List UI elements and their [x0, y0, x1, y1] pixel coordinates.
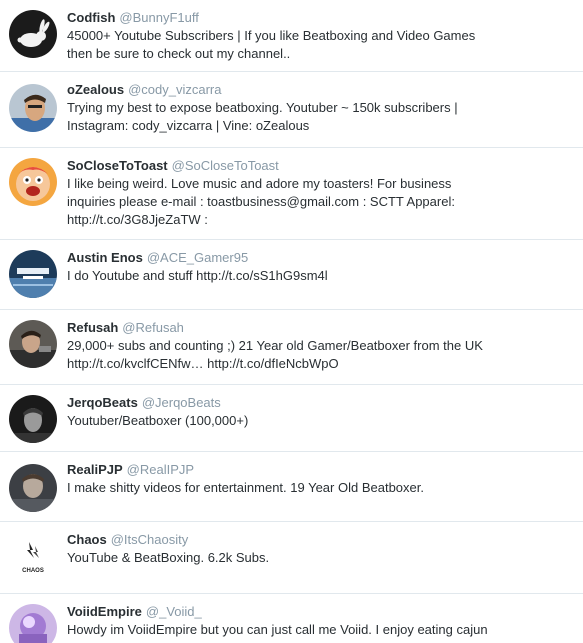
user-list: Codfish @BunnyF1uff 45000+ Youtube Subscr… [0, 0, 583, 643]
user-row[interactable]: CHAOS Chaos @ItsChaosity YouTube & BeatBo… [0, 522, 583, 594]
user-name[interactable]: SoCloseToToast [67, 158, 168, 173]
user-info: SoCloseToToast @SoCloseToToast I like bei… [67, 157, 575, 229]
user-info: JerqoBeats @JerqoBeats Youtuber/Beatboxer… [67, 394, 575, 430]
user-name[interactable]: VoiidEmpire [67, 604, 142, 619]
avatar[interactable] [9, 604, 57, 643]
user-row[interactable]: RealiPJP @RealIPJP I make shitty videos f… [0, 452, 583, 522]
user-row[interactable]: JerqoBeats @JerqoBeats Youtuber/Beatboxer… [0, 385, 583, 452]
chaos-logo: CHAOS [9, 534, 57, 582]
user-info: Refusah @Refusah 29,000+ subs and countin… [67, 319, 575, 373]
user-bio: 45000+ Youtube Subscribers | If you like… [67, 28, 476, 61]
user-row[interactable]: Austin Enos @ACE_Gamer95 I do Youtube and… [0, 240, 583, 310]
user-row[interactable]: VoiidEmpire @_Voiid_ Howdy im VoiidEmpire… [0, 594, 583, 643]
user-info: Austin Enos @ACE_Gamer95 I do Youtube and… [67, 249, 575, 285]
user-bio: 29,000+ subs and counting ;) 21 Year old… [67, 338, 483, 371]
user-info: oZealous @cody_vizcarra Trying my best to… [67, 81, 575, 135]
user-handle[interactable]: @cody_vizcarra [128, 82, 221, 97]
user-name[interactable]: Austin Enos [67, 250, 143, 265]
user-info: VoiidEmpire @_Voiid_ Howdy im VoiidEmpire… [67, 603, 575, 639]
user-name[interactable]: JerqoBeats [67, 395, 138, 410]
user-handle[interactable]: @JerqoBeats [142, 395, 221, 410]
user-row[interactable]: oZealous @cody_vizcarra Trying my best to… [0, 72, 583, 148]
person-photo [9, 395, 57, 443]
user-row[interactable]: Refusah @Refusah 29,000+ subs and countin… [0, 310, 583, 385]
cartoon-face [9, 158, 57, 206]
user-handle[interactable]: @_Voiid_ [146, 604, 202, 619]
person-photo [9, 84, 57, 132]
avatar[interactable] [9, 464, 57, 512]
user-name[interactable]: Chaos [67, 532, 107, 547]
user-row[interactable]: SoCloseToToast @SoCloseToToast I like bei… [0, 148, 583, 240]
user-bio: I do Youtube and stuff http://t.co/sS1hG… [67, 268, 328, 283]
user-info: RealiPJP @RealIPJP I make shitty videos f… [67, 461, 575, 497]
avatar[interactable] [9, 320, 57, 368]
gaming-logo [9, 250, 57, 298]
chaos-logo-text: CHAOS [22, 568, 44, 574]
user-handle[interactable]: @Refusah [122, 320, 184, 335]
person-photo [9, 464, 57, 512]
user-info: Codfish @BunnyF1uff 45000+ Youtube Subscr… [67, 9, 575, 63]
user-bio: Trying my best to expose beatboxing. You… [67, 100, 458, 133]
avatar[interactable] [9, 250, 57, 298]
user-handle[interactable]: @BunnyF1uff [119, 10, 198, 25]
user-bio: I make shitty videos for entertainment. … [67, 480, 424, 495]
avatar[interactable] [9, 84, 57, 132]
rabbit-icon [9, 10, 57, 58]
user-handle[interactable]: @ACE_Gamer95 [147, 250, 248, 265]
user-name[interactable]: RealiPJP [67, 462, 123, 477]
abstract-art [9, 604, 57, 643]
user-handle[interactable]: @RealIPJP [127, 462, 194, 477]
user-bio: Howdy im VoiidEmpire but you can just ca… [67, 622, 488, 637]
user-bio: Youtuber/Beatboxer (100,000+) [67, 413, 249, 428]
user-name[interactable]: oZealous [67, 82, 124, 97]
avatar[interactable] [9, 10, 57, 58]
avatar[interactable] [9, 158, 57, 206]
user-info: Chaos @ItsChaosity YouTube & BeatBoxing. … [67, 531, 575, 567]
user-handle[interactable]: @SoCloseToToast [172, 158, 279, 173]
user-bio: I like being weird. Love music and adore… [67, 176, 455, 227]
user-bio: YouTube & BeatBoxing. 6.2k Subs. [67, 550, 270, 565]
user-handle[interactable]: @ItsChaosity [111, 532, 189, 547]
user-name[interactable]: Refusah [67, 320, 118, 335]
user-name[interactable]: Codfish [67, 10, 115, 25]
avatar[interactable] [9, 395, 57, 443]
avatar[interactable]: CHAOS [9, 534, 57, 582]
person-photo [9, 320, 57, 368]
user-row[interactable]: Codfish @BunnyF1uff 45000+ Youtube Subscr… [0, 0, 583, 72]
